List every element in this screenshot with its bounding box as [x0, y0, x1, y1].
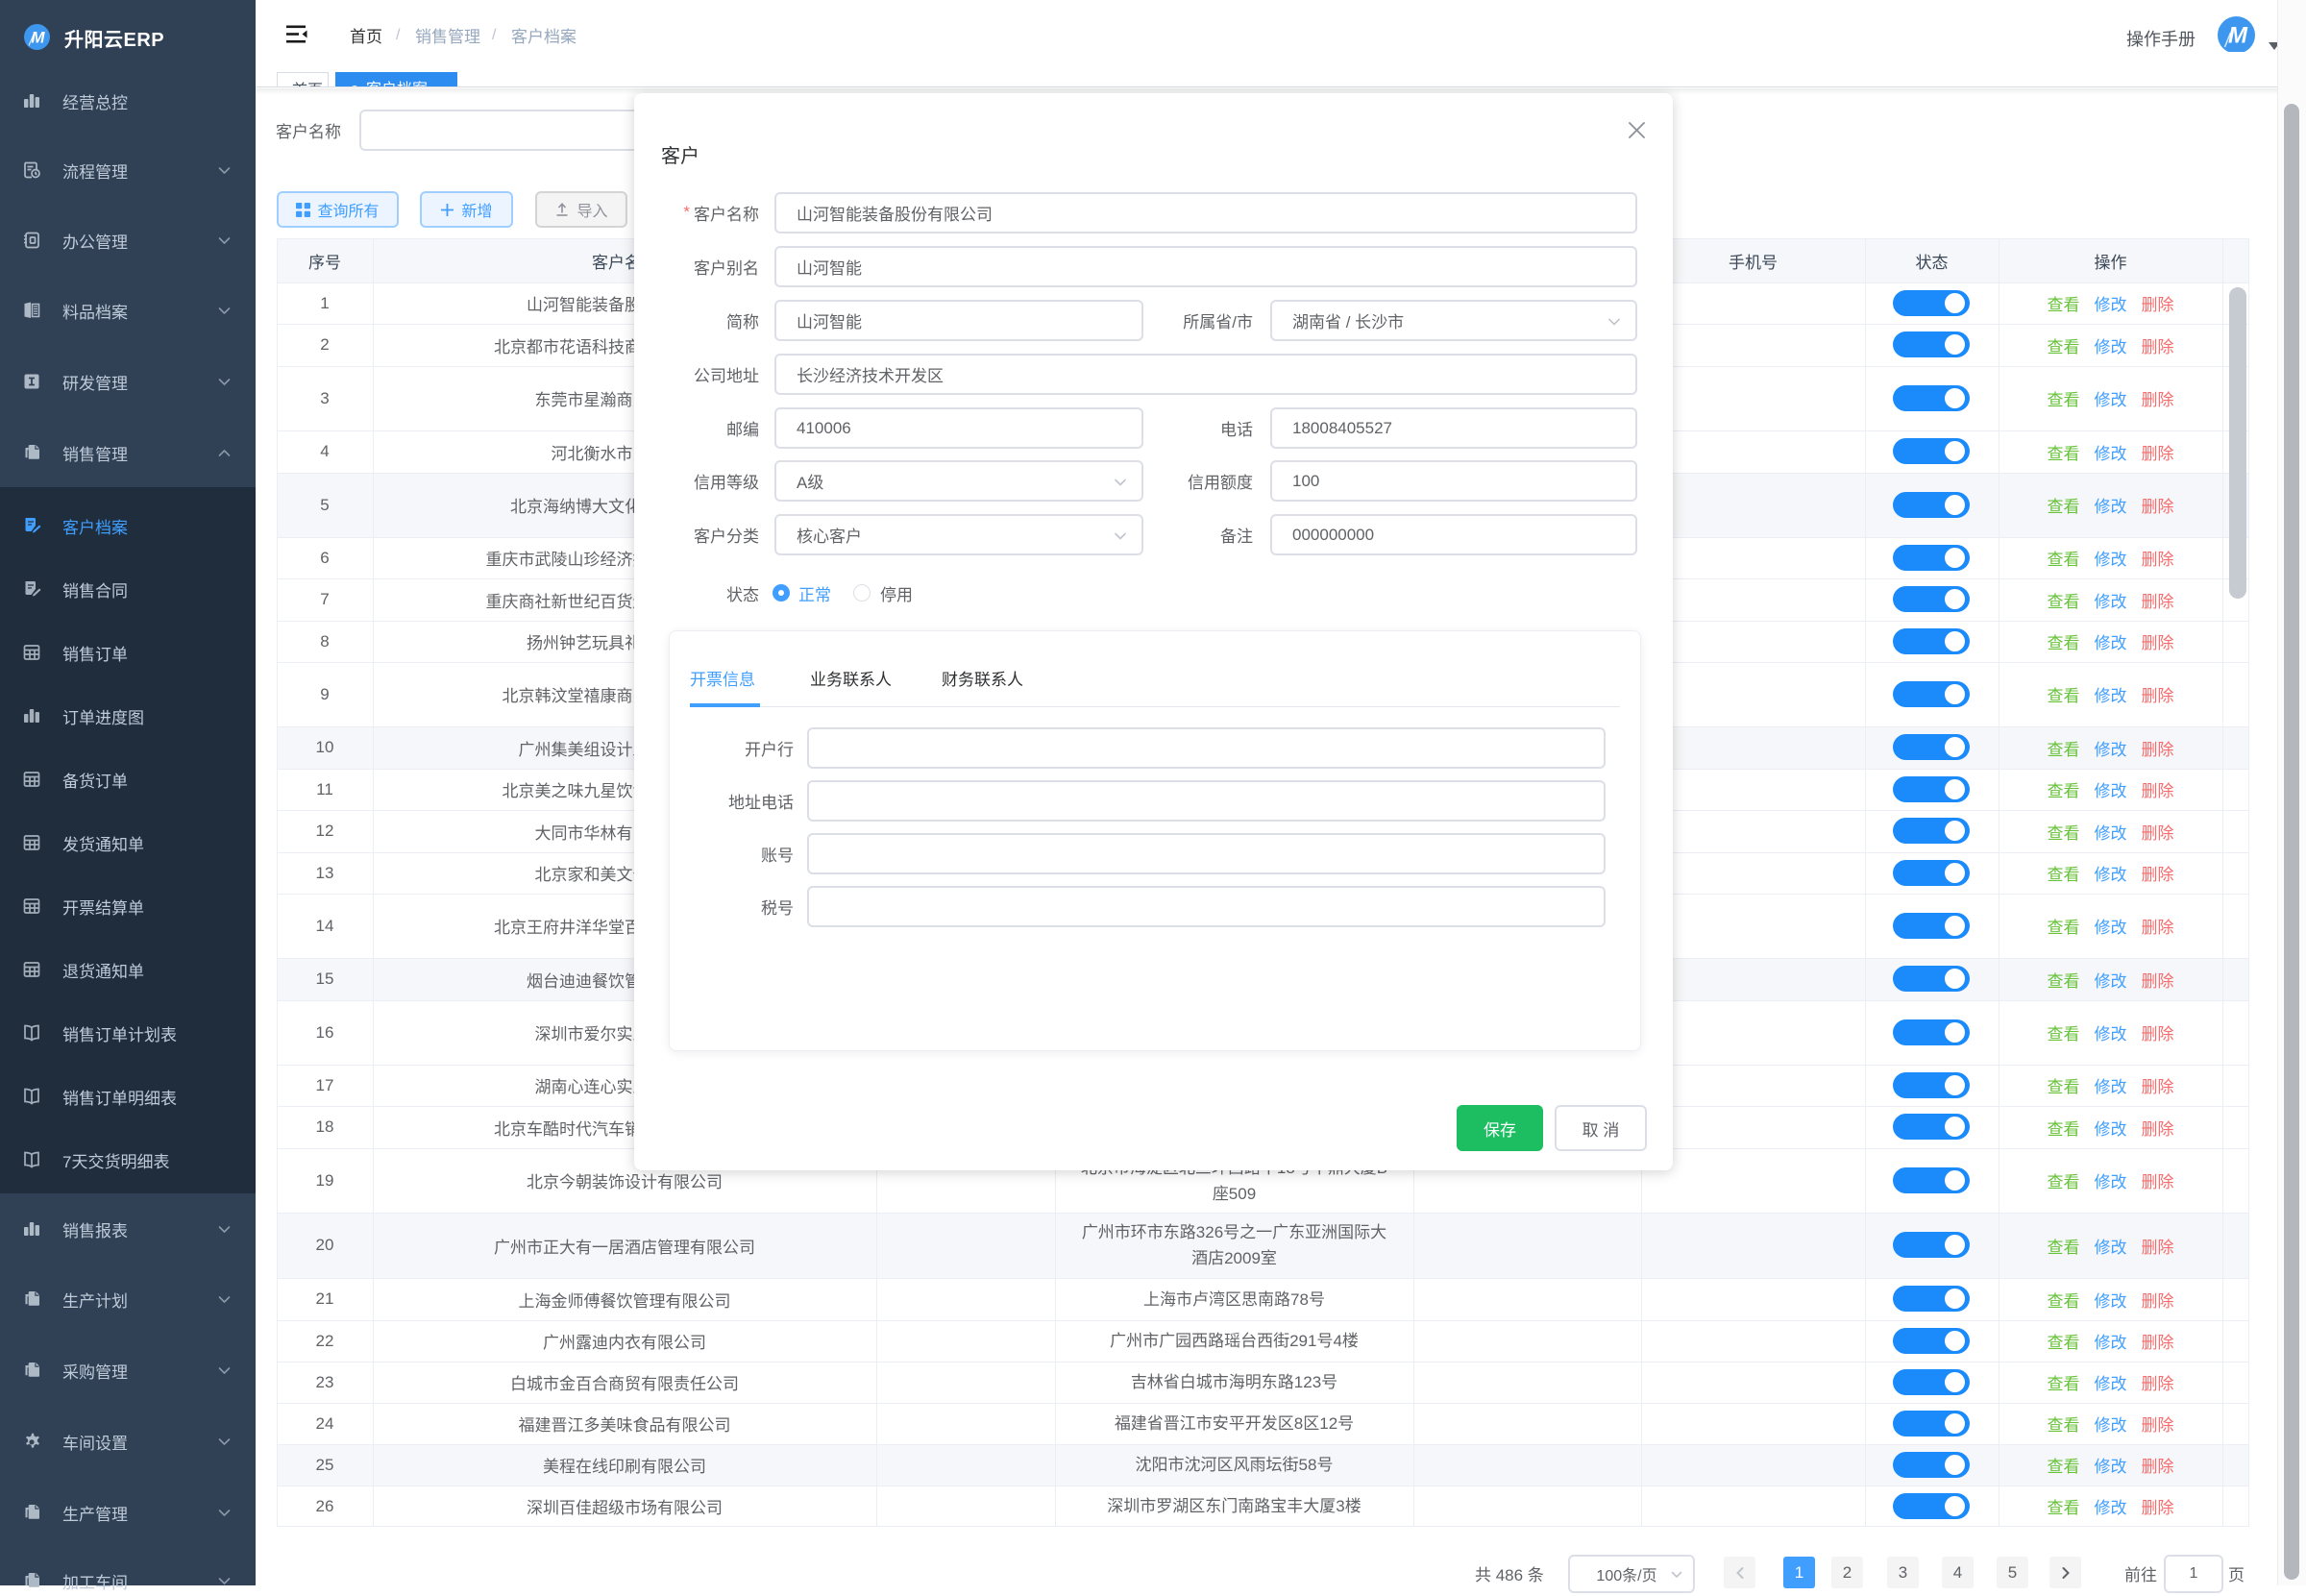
svg-text:M: M	[31, 29, 45, 47]
svg-text:M: M	[2228, 23, 2248, 49]
